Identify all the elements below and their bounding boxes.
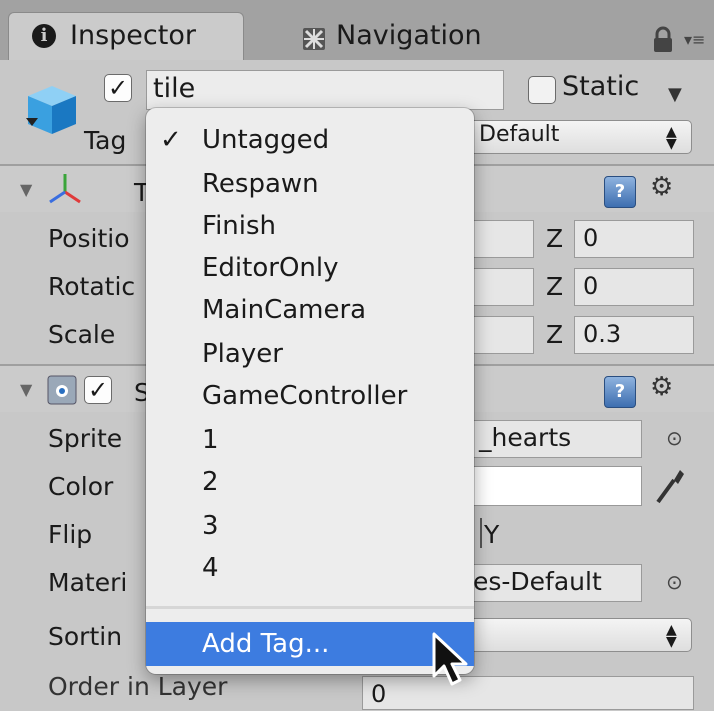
menu-separator [146,606,474,609]
position-z-label: Z [546,224,564,253]
material-field[interactable]: es-Default [470,564,642,602]
flip-label: Flip [48,520,93,549]
menu-item-4[interactable]: 4 [202,552,219,584]
info-icon: i [32,24,56,48]
layer-popup[interactable]: Default [468,120,692,154]
tab-menu-icon[interactable]: ▾≡ [684,30,705,49]
order-in-layer-field[interactable]: 0 [362,676,694,710]
flip-y-label: Y [484,520,500,549]
menu-item-gamecontroller[interactable]: GameController [202,380,407,412]
sorting-layer-popup[interactable] [468,618,692,652]
help-icon[interactable]: ? [604,376,636,408]
help-icon[interactable]: ? [604,176,636,208]
layer-value: Default [479,122,560,147]
sprite-renderer-enabled-checkbox[interactable]: ✓ [84,376,112,404]
layer-updown-icon: ▲ ▼ [666,124,677,152]
transform-foldout-icon[interactable]: ▼ [20,180,32,199]
eyedropper-icon[interactable] [652,466,686,506]
menu-item-untagged[interactable]: Untagged [202,124,329,156]
rotation-y-field[interactable] [470,268,534,306]
object-picker-icon[interactable]: ⊙ [666,426,683,450]
active-checkbox[interactable]: ✓ [104,74,132,102]
sprite-label: Sprite [48,424,123,453]
color-swatch[interactable] [470,466,642,506]
menu-item-finish[interactable]: Finish [202,210,276,242]
name-field[interactable]: tile [146,70,504,110]
scale-z-field[interactable]: 0.3 [574,316,694,354]
scale-label: Scale [48,320,116,349]
gameobject-cube-icon[interactable] [18,82,82,138]
menu-item-player[interactable]: Player [202,338,283,370]
order-in-layer-label: Order in Layer [48,672,228,701]
position-y-field[interactable] [470,220,534,258]
gear-icon[interactable]: ⚙ [650,372,673,402]
tab-navigation[interactable]: Navigation [336,21,482,51]
tag-label: Tag [84,126,127,155]
scale-y-field[interactable] [470,316,534,354]
sorting-updown-icon: ▲ ▼ [666,622,677,650]
material-label: Materi [48,568,128,597]
static-label: Static [562,71,640,102]
static-checkbox[interactable] [528,76,556,104]
menu-item-respawn[interactable]: Respawn [202,168,319,200]
static-dropdown-icon[interactable]: ▼ [668,84,682,105]
menu-item-3[interactable]: 3 [202,510,219,542]
rotation-z-field[interactable]: 0 [574,268,694,306]
mouse-cursor-icon [432,632,468,686]
sorting-layer-label: Sortin [48,622,123,651]
sprite-renderer-icon [47,375,77,405]
rotation-label: Rotatic [48,272,136,301]
tag-dropdown-menu: ✓ Untagged Respawn Finish EditorOnly Mai… [146,108,474,674]
position-z-field[interactable]: 0 [574,220,694,258]
rotation-z-label: Z [546,272,564,301]
menu-item-1[interactable]: 1 [202,424,219,456]
menu-item-2[interactable]: 2 [202,466,219,498]
object-picker-icon[interactable]: ⊙ [666,570,683,594]
menu-item-editoronly[interactable]: EditorOnly [202,252,339,284]
position-label: Positio [48,224,130,253]
color-label: Color [48,472,114,501]
navigation-icon [303,28,325,50]
transform-axes-icon [49,174,81,204]
sprite-renderer-foldout-icon[interactable]: ▼ [20,380,32,399]
lock-icon[interactable] [652,26,674,54]
tab-inspector-label: Inspector [70,20,196,51]
menu-item-add-tag[interactable]: Add Tag... [202,628,329,660]
scale-z-label: Z [546,320,564,349]
sprite-field[interactable]: _hearts [470,420,642,458]
menu-item-maincamera[interactable]: MainCamera [202,294,366,326]
selected-check-icon: ✓ [160,125,182,155]
gear-icon[interactable]: ⚙ [650,172,673,202]
